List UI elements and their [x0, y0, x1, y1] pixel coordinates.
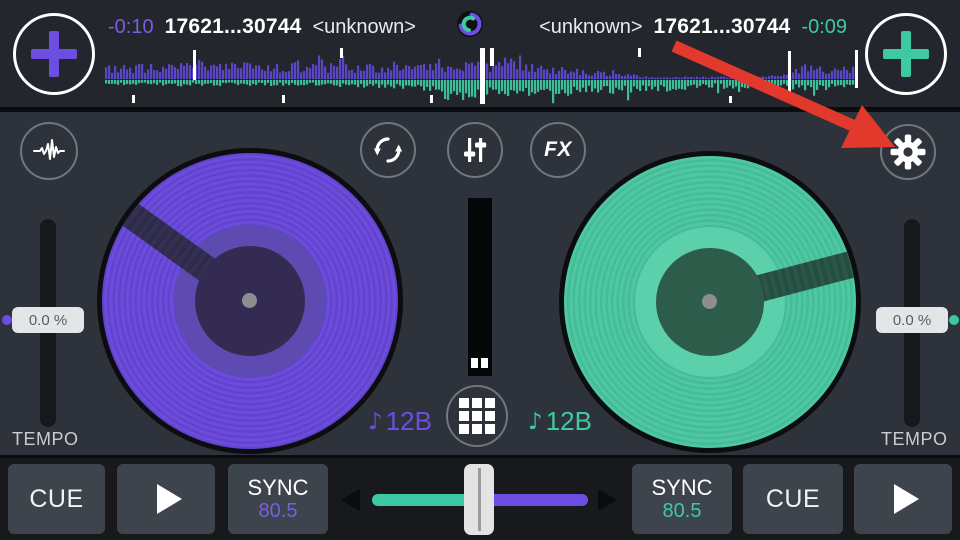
tempo-label-b: TEMPO — [881, 429, 948, 450]
crossfader-handle-line — [478, 468, 481, 531]
crossfader-handle[interactable] — [464, 464, 494, 535]
sync-button-b[interactable]: SYNC 80.5 — [632, 464, 732, 534]
play-icon — [894, 484, 919, 514]
tempo-value-b: 0.0 % — [893, 312, 931, 329]
music-note-icon: ♪ — [368, 409, 383, 435]
deck-a-remaining-time: -0:10 — [108, 16, 154, 39]
pads-button[interactable] — [446, 385, 508, 447]
play-icon — [157, 484, 182, 514]
load-track-a-button[interactable] — [13, 13, 95, 95]
tempo-slider-handle-a[interactable]: 0.0 % — [12, 307, 84, 333]
grid-icon — [458, 397, 496, 435]
crossfader-right-arrow-icon[interactable] — [598, 489, 617, 511]
mixer-sliders-icon — [455, 130, 495, 170]
tempo-zero-dot — [949, 315, 959, 325]
tempo-value-a: 0.0 % — [29, 312, 67, 329]
fx-label: FX — [544, 138, 572, 162]
cue-label: CUE — [29, 485, 83, 514]
cue-button-b[interactable]: CUE — [743, 464, 843, 534]
deck-a-artist: <unknown> — [313, 16, 416, 39]
spindle-dot — [242, 293, 257, 308]
deck-b-key-value: 12B — [546, 406, 592, 437]
jog-wheel-deck-b[interactable] — [559, 151, 861, 453]
spindle-dot — [702, 294, 717, 309]
waveform-display[interactable] — [105, 46, 860, 106]
music-note-icon: ♪ — [528, 409, 543, 435]
cue-button-a[interactable]: CUE — [8, 464, 105, 534]
bpm-value-b: 80.5 — [663, 500, 702, 523]
loop-icon — [368, 130, 408, 170]
cue-label: CUE — [766, 485, 820, 514]
deck-b-track-info: <unknown> 17621...30744 -0:09 — [539, 15, 847, 39]
deck-a-track-title: 17621...30744 — [165, 15, 302, 39]
meter-segment — [481, 358, 488, 368]
deck-b-key-badge: ♪ 12B — [528, 406, 592, 437]
tempo-label-a: TEMPO — [12, 429, 79, 450]
deck-b-track-title: 17621...30744 — [654, 15, 791, 39]
waveform-pulse-icon — [29, 131, 69, 171]
dj-app-screen: -0:10 17621...30744 <unknown> <unknown> … — [0, 0, 960, 540]
load-track-b-button[interactable] — [865, 13, 947, 95]
settings-button[interactable] — [880, 124, 936, 180]
waveform-view-button[interactable] — [20, 122, 78, 180]
gear-icon — [888, 132, 928, 172]
fx-button[interactable]: FX — [530, 122, 586, 178]
tempo-zero-dot — [2, 315, 12, 325]
plus-icon — [31, 31, 77, 77]
deck-a-key-badge: ♪ 12B — [368, 406, 432, 437]
sync-label: SYNC — [651, 475, 712, 500]
mixer-button[interactable] — [447, 122, 503, 178]
header-divider — [0, 107, 960, 112]
loop-button[interactable] — [360, 122, 416, 178]
play-button-a[interactable] — [117, 464, 215, 534]
deck-a-track-info: -0:10 17621...30744 <unknown> — [108, 15, 416, 39]
level-meter — [468, 198, 492, 376]
crossfader-left-arrow-icon[interactable] — [341, 489, 360, 511]
deck-b-remaining-time: -0:09 — [801, 16, 847, 39]
bpm-value-a: 80.5 — [259, 500, 298, 523]
sync-button-a[interactable]: SYNC 80.5 — [228, 464, 328, 534]
meter-segment — [471, 358, 478, 368]
sync-label: SYNC — [247, 475, 308, 500]
sync-spinner-icon — [456, 10, 484, 38]
tempo-slider-handle-b[interactable]: 0.0 % — [876, 307, 948, 333]
deck-a-key-value: 12B — [386, 406, 432, 437]
jog-wheel-deck-a[interactable] — [97, 148, 403, 454]
header-bar: -0:10 17621...30744 <unknown> <unknown> … — [0, 0, 960, 107]
plus-icon — [883, 31, 929, 77]
play-button-b[interactable] — [854, 464, 952, 534]
deck-b-artist: <unknown> — [539, 16, 642, 39]
